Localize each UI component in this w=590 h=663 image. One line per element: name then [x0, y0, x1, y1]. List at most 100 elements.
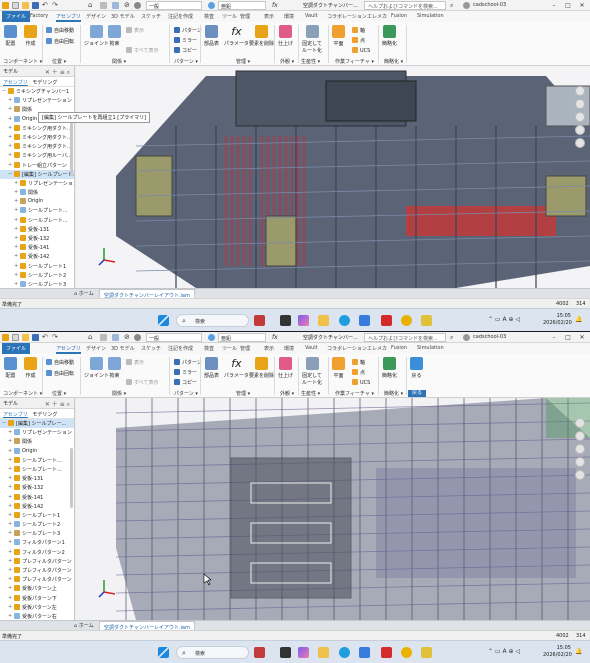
tree-item[interactable]: − ミキシングチャンバー1 — [0, 87, 74, 96]
save-icon[interactable] — [32, 334, 39, 341]
orbit-icon[interactable] — [575, 138, 585, 148]
start-icon[interactable] — [158, 315, 169, 326]
ribbon-tab[interactable]: 注記を作成 — [168, 13, 193, 20]
tree-item[interactable]: + シールプレート3 — [0, 529, 74, 538]
expand-toggle-icon[interactable]: + — [8, 512, 12, 518]
expand-toggle-icon[interactable]: + — [8, 466, 12, 472]
appearance-select[interactable]: 亜鉛 — [218, 1, 266, 10]
file-explorer-icon[interactable] — [318, 647, 329, 658]
expand-toggle-icon[interactable]: + — [8, 97, 12, 103]
expand-toggle-icon[interactable]: + — [8, 567, 12, 573]
tree-item[interactable]: + プレフィルタパターン — [0, 566, 74, 575]
units-select[interactable]: 一般 — [146, 1, 202, 10]
ribbon-tab[interactable]: Factory — [30, 13, 48, 19]
home-icon[interactable]: ⌂ — [88, 2, 95, 9]
game-icon[interactable] — [254, 315, 265, 326]
tree-item[interactable]: + 受板-141 — [0, 243, 74, 252]
expand-toggle-icon[interactable]: + — [14, 281, 18, 287]
tree-item[interactable]: + シールプレート2 — [0, 520, 74, 529]
ribbon-tab[interactable]: 3D モデル — [111, 345, 135, 352]
joint-button[interactable]: ジョイント — [84, 25, 109, 47]
system-tray[interactable]: ⌃ ▭ A ⊕ ◁ — [488, 648, 520, 655]
ribbon-tab[interactable]: 表示 — [264, 345, 274, 352]
appearance-select[interactable]: 亜鉛 — [218, 333, 266, 342]
tree-item[interactable]: + シールプレート1 — [0, 511, 74, 520]
ribbon-tab[interactable]: 検査 — [204, 13, 214, 20]
orbit-icon[interactable] — [575, 470, 585, 480]
delete-face-button[interactable]: 要素を削除 — [249, 25, 274, 47]
tree-item[interactable]: + ミキシング用ダクト... — [0, 133, 74, 142]
expand-toggle-icon[interactable]: + — [8, 429, 12, 435]
steering-wheel-icon[interactable] — [575, 431, 585, 441]
simplify-button[interactable]: 簡略化 — [382, 357, 397, 379]
start-icon[interactable] — [158, 647, 169, 658]
tree-item[interactable]: + 受板-131 — [0, 474, 74, 483]
undo-icon[interactable]: ↶ — [42, 334, 49, 341]
home-tab[interactable]: ⌂ ホーム — [74, 622, 94, 629]
graphics-viewport[interactable] — [76, 66, 590, 288]
open-folder-icon[interactable] — [22, 2, 29, 9]
system-tray[interactable]: ⌃ ▭ A ⊕ ◁ — [488, 316, 520, 323]
constrain-button[interactable]: 拘束 — [108, 25, 121, 47]
parameters-button[interactable]: fx パラメータ — [224, 25, 249, 47]
viewcube-icon[interactable] — [575, 418, 585, 428]
tree-item[interactable]: + プレフィルタパターン — [0, 575, 74, 584]
axis-button[interactable]: 軸 — [352, 359, 365, 366]
new-file-icon[interactable] — [12, 2, 19, 9]
browser-controls[interactable]: ✕ ＋ ≡ ⌕ — [45, 399, 70, 409]
pan-icon[interactable] — [575, 444, 585, 454]
expand-toggle-icon[interactable]: + — [8, 585, 12, 591]
tree-item[interactable]: + 関係 — [0, 188, 74, 197]
game-icon[interactable] — [254, 647, 265, 658]
ribbon-tab[interactable]: Vault — [305, 13, 318, 19]
create-button[interactable]: 作成 — [24, 357, 37, 379]
tree-item[interactable]: + 受板-142 — [0, 252, 74, 261]
tree-item[interactable]: + シールプレート... — [0, 465, 74, 474]
fix-route-button[interactable]: 固定して ルート化 — [302, 25, 322, 54]
tree-item[interactable]: + シールプレート1 — [0, 262, 74, 271]
tree-item[interactable]: + シールプレート... — [0, 206, 74, 215]
ribbon-tab[interactable]: 表示 — [264, 13, 274, 20]
notification-icon[interactable]: 🔔 — [575, 648, 582, 655]
show-button[interactable]: 表示 — [126, 27, 144, 34]
tree-item[interactable]: + 受板パターン左 — [0, 603, 74, 612]
expand-toggle-icon[interactable]: + — [14, 272, 18, 278]
ribbon-tab[interactable]: 環境 — [284, 13, 294, 20]
expand-toggle-icon[interactable]: + — [8, 521, 12, 527]
expand-toggle-icon[interactable]: + — [8, 457, 12, 463]
edge-icon[interactable] — [339, 315, 350, 326]
expand-toggle-icon[interactable]: + — [8, 549, 12, 555]
fx-icon[interactable]: fx — [272, 334, 279, 341]
tab-modeling[interactable]: モデリング — [32, 412, 57, 418]
free-move-button[interactable]: 自由移動 — [46, 27, 74, 34]
steering-wheel-icon[interactable] — [575, 99, 585, 109]
create-button[interactable]: 作成 — [24, 25, 37, 47]
bom-button[interactable]: 部品表 — [204, 357, 219, 379]
edge-icon[interactable] — [339, 647, 350, 658]
expand-toggle-icon[interactable]: + — [8, 143, 12, 149]
ribbon-tab[interactable]: スケッチ — [141, 13, 161, 20]
maximize-button[interactable]: □ — [562, 0, 574, 11]
expand-toggle-icon[interactable]: + — [8, 576, 12, 582]
show-button[interactable]: 表示 — [126, 359, 144, 366]
measure-icon[interactable] — [112, 2, 119, 9]
ribbon-tab[interactable]: 検査 — [204, 345, 214, 352]
tree-item[interactable]: + シールプレート3 — [0, 280, 74, 288]
tree-item[interactable]: + ミキシング用ルーバ... — [0, 151, 74, 160]
inventor-icon[interactable] — [381, 315, 392, 326]
copy-button[interactable]: コピー — [174, 47, 197, 54]
ucs-button[interactable]: UCS — [352, 379, 370, 386]
ribbon-tab[interactable]: アセンブリ — [56, 345, 81, 354]
expand-toggle-icon[interactable]: + — [8, 125, 12, 131]
tree-item[interactable]: + Origin — [0, 197, 74, 206]
home-icon[interactable]: ⌂ — [88, 334, 95, 341]
shrinkwrap-button[interactable]: 仕上げ — [278, 357, 293, 379]
ribbon-tab[interactable]: アセンブリ — [56, 13, 81, 22]
pattern-button[interactable]: パターン — [174, 359, 202, 366]
free-rotate-button[interactable]: 自由回転 — [46, 38, 74, 45]
open-folder-icon[interactable] — [22, 334, 29, 341]
taskbar-clock[interactable]: 15:05 2026/02/20 — [543, 313, 572, 327]
expand-toggle-icon[interactable]: − — [8, 171, 12, 177]
parameters-button[interactable]: fx パラメータ — [224, 357, 249, 379]
expand-toggle-icon[interactable]: + — [14, 244, 18, 250]
